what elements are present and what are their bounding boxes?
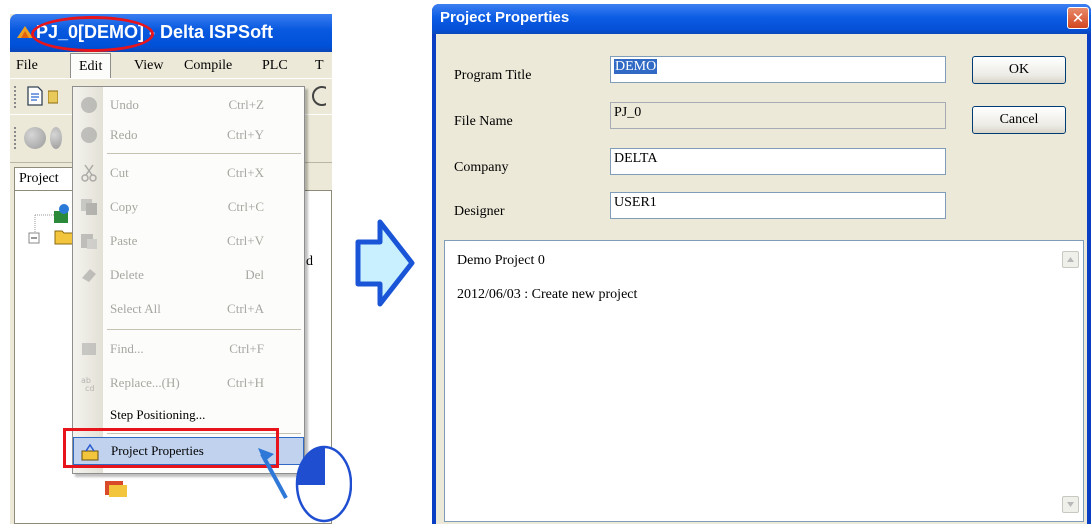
menu-shortcut: Ctrl+H [227,375,264,390]
plc-stop-icon[interactable] [50,127,62,149]
menu-item-cut[interactable]: Cut Ctrl+X [73,159,304,187]
title-highlight-ellipse [31,16,154,52]
menu-label: Step Positioning... [110,407,206,422]
menu-label: Delete [110,267,144,282]
eraser-icon [82,269,96,282]
menu-item-step-positioning[interactable]: Step Positioning... [73,401,304,429]
edit-menu: Undo Ctrl+Z Redo Ctrl+Y Cut Ctrl+X Copy … [72,86,305,474]
menu-tools[interactable]: T [315,58,324,74]
cancel-button[interactable]: Cancel [972,106,1066,134]
menu-label: Paste [110,233,138,248]
menubar: File Edit View Compile PLC T [10,52,332,79]
right-arrow-icon [355,219,415,307]
menu-item-undo[interactable]: Undo Ctrl+Z [73,91,304,119]
menu-label: Redo [110,127,138,142]
menu-item-redo[interactable]: Redo Ctrl+Y [73,121,304,149]
mouse-click-icon [258,445,352,523]
plc-run-icon[interactable] [24,127,46,149]
toolbar-partial-icon[interactable] [310,85,326,107]
menu-shortcut: Del [245,267,264,282]
scissors-icon [81,164,97,182]
dialog-title: Project Properties [440,9,570,26]
menu-label: Replace...(H) [110,375,180,390]
menu-plc[interactable]: PLC [262,58,288,74]
plc-device-icon[interactable] [51,203,73,225]
program-title-input[interactable]: DEMO [610,56,946,83]
close-button[interactable]: ✕ [1067,7,1089,29]
programs-folder-icon[interactable] [103,477,129,499]
menu-shortcut: Ctrl+F [229,341,264,356]
menu-item-delete[interactable]: Delete Del [73,261,304,289]
program-title-value: DEMO [614,59,658,74]
paste-icon [81,234,97,249]
menu-shortcut: Ctrl+Y [227,127,264,142]
menu-shortcut: Ctrl+X [227,165,264,180]
undo-icon [81,97,97,113]
menu-item-paste[interactable]: Paste Ctrl+V [73,227,304,255]
company-value: DELTA [614,151,658,166]
designer-input[interactable]: USER1 [610,192,946,219]
menu-compile[interactable]: Compile [184,58,232,74]
ok-button[interactable]: OK [972,56,1066,84]
memo-line: 2012/06/03 : Create new project [457,287,638,302]
menu-shortcut: Ctrl+V [227,233,264,248]
copy-icon [81,199,97,215]
project-properties-dialog: Project Properties ✕ Program Title DEMO … [432,4,1091,524]
menu-item-find[interactable]: Find... Ctrl+F [73,335,304,363]
redo-icon [81,127,97,143]
app-titlebar: PJ_0[DEMO] - Delta ISPSoft [10,14,332,52]
designer-label: Designer [454,204,505,219]
menu-item-select-all[interactable]: Select All Ctrl+A [73,295,304,323]
company-label: Company [454,160,509,175]
new-file-icon[interactable] [24,85,46,107]
menu-edit[interactable]: Edit [70,53,112,79]
menu-label: Select All [110,301,161,316]
scroll-up-icon [1067,257,1074,262]
dialog-body: Program Title DEMO File Name PJ_0 Compan… [436,34,1087,524]
menu-shortcut: Ctrl+A [227,301,264,316]
program-title-label: Program Title [454,68,532,83]
project-memo-textarea[interactable]: Demo Project 0 2012/06/03 : Create new p… [444,240,1084,522]
menu-view[interactable]: View [134,58,163,74]
company-input[interactable]: DELTA [610,148,946,175]
svg-text:cd: cd [85,384,94,392]
menu-highlight-rectangle [63,428,279,468]
scroll-down-icon [1067,502,1074,507]
scroll-up-button[interactable] [1062,251,1079,268]
menu-label: Undo [110,97,139,112]
scroll-down-button[interactable] [1062,496,1079,513]
designer-value: USER1 [614,195,657,210]
memo-line: Demo Project 0 [457,253,545,268]
dialog-titlebar[interactable]: Project Properties ✕ [432,4,1091,34]
menu-shortcut: Ctrl+C [227,199,264,214]
menu-shortcut: Ctrl+Z [228,97,265,112]
close-icon: ✕ [1071,9,1085,27]
file-name-input: PJ_0 [610,102,946,129]
replace-icon: ab cd [81,376,94,392]
menu-label: Cut [110,165,129,180]
menu-item-replace[interactable]: ab cd Replace...(H) Ctrl+H [73,369,304,397]
menu-label: Find... [110,341,144,356]
file-name-value: PJ_0 [614,105,642,120]
find-icon [82,343,96,355]
toolbar-grip[interactable] [14,86,17,108]
menu-file[interactable]: File [16,58,38,74]
file-name-label: File Name [454,114,513,129]
menu-separator [107,153,301,154]
toolbar-grip-2[interactable] [14,127,17,149]
menu-separator [107,329,301,330]
menu-label: Copy [110,199,139,214]
partial-text: d [306,254,313,269]
menu-item-copy[interactable]: Copy Ctrl+C [73,193,304,221]
open-file-icon[interactable] [48,85,58,107]
